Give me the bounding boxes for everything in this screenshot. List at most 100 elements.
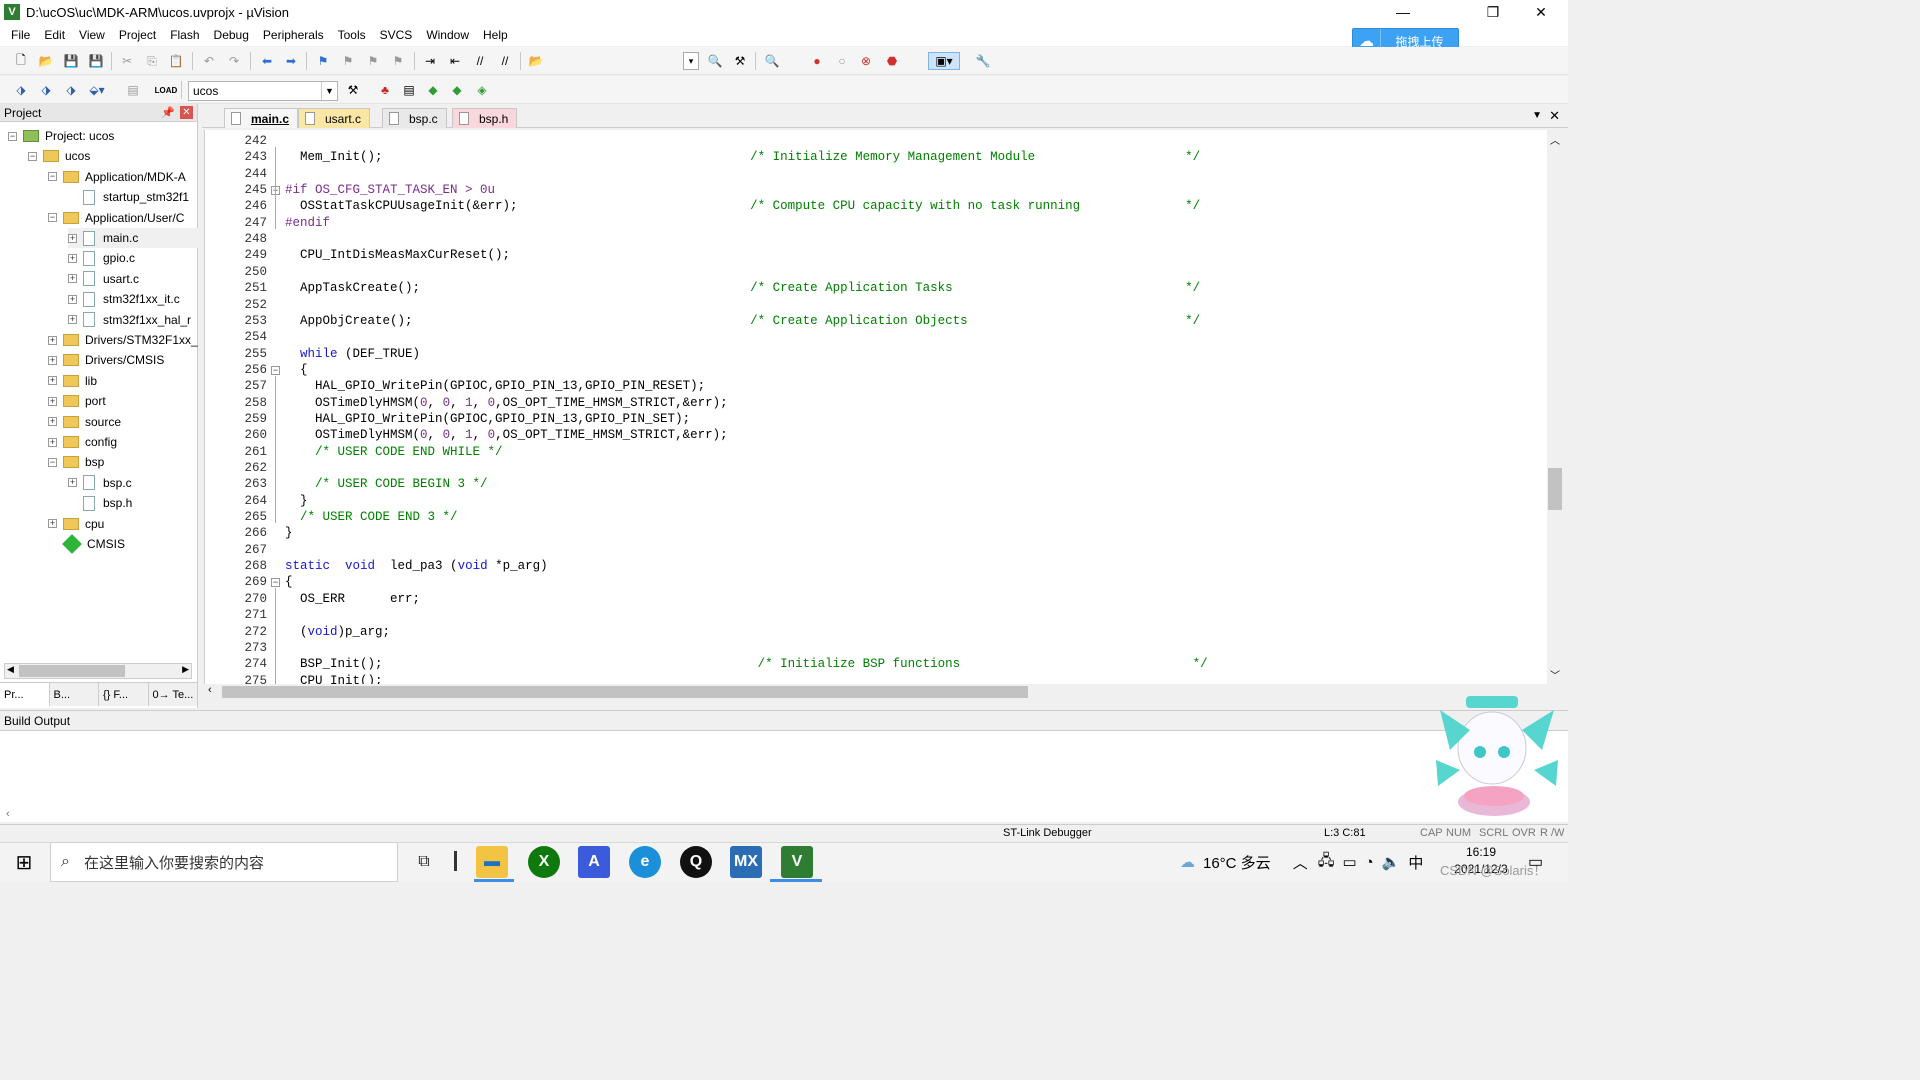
close-window-button[interactable]: ✕ [1518,0,1564,24]
copy-icon[interactable]: ⎘ [143,52,161,70]
batch-build-icon[interactable]: ⬙▾ [88,81,106,99]
tree-item[interactable]: + port [48,391,198,411]
close-icon[interactable]: ✕ [180,106,193,119]
expand-icon[interactable]: + [48,417,57,427]
tab-books[interactable]: B... [50,683,99,706]
expand-icon[interactable]: + [68,274,77,284]
scroll-right-icon[interactable]: ▶ [182,664,189,675]
editor-tab[interactable]: bsp.c [382,108,447,128]
target-options-icon[interactable]: ⚒ [344,81,362,99]
code-line[interactable]: { [285,574,293,590]
code-line[interactable]: (void)p_arg; [285,624,390,640]
code-line[interactable]: AppTaskCreate(); /* Create Application T… [285,280,1200,296]
editor-vertical-scrollbar[interactable]: ︿ ﹀ [1547,130,1564,686]
clear-bookmarks-icon[interactable]: ⚑ [389,52,407,70]
window-layout-icon[interactable]: ▣▾ [928,52,960,70]
expand-icon[interactable]: + [48,437,57,447]
tree-item[interactable]: − bsp [48,452,198,472]
project-horizontal-scrollbar[interactable]: ◀ ▶ [4,663,192,679]
disable-breakpoint-icon[interactable]: ○ [833,52,851,70]
tree-item[interactable]: + usart.c [68,269,198,289]
manage-rte-icon[interactable]: ◈ [473,81,491,99]
fold-icon[interactable]: − [271,365,280,375]
kill-breakpoints-icon[interactable]: ⬣ [883,52,901,70]
scroll-thumb[interactable] [19,665,125,677]
expand-icon[interactable]: + [48,376,57,386]
code-line[interactable]: HAL_GPIO_WritePin(GPIOC,GPIO_PIN_13,GPIO… [285,378,705,394]
code-line[interactable]: OSStatTaskCPUUsageInit(&err); /* Compute… [285,198,1200,214]
clear-breakpoints-icon[interactable]: ⊗ [857,52,875,70]
bookmark-icon[interactable]: ⚑ [314,52,332,70]
menu-file[interactable]: File [4,28,37,42]
tree-item[interactable]: − ucos [28,146,198,166]
code-editor[interactable]: 242 243244 245 − 246247 248249250 251252253 254… [204,130,1548,686]
chevron-up-icon[interactable]: ︿ [1293,852,1308,873]
tab-list-icon[interactable]: ▼ [1532,110,1542,121]
code-line[interactable]: OS_ERR err; [285,591,420,607]
menu-edit[interactable]: Edit [37,28,72,42]
editor-tab[interactable]: bsp.h [452,108,518,128]
volume-icon[interactable]: 🔈 [1382,853,1401,871]
tree-item[interactable]: + Drivers/CMSIS [48,350,198,370]
code-line[interactable]: } [285,493,308,509]
pack-installer-icon[interactable]: ◆ [424,81,442,99]
expand-icon[interactable]: + [48,519,57,529]
code-line[interactable]: /* USER CODE END WHILE */ [285,444,503,460]
redo-icon[interactable]: ↷ [225,52,243,70]
horizontal-scroll-thumb[interactable] [222,686,1028,698]
windows-start-icon[interactable]: ⊞ [0,842,48,882]
save-icon[interactable]: 💾 [62,52,80,70]
expand-icon[interactable]: + [68,253,77,263]
fold-icon[interactable]: − [271,578,280,588]
menu-view[interactable]: View [72,28,112,42]
scroll-left-icon[interactable]: ‹ [6,808,10,820]
undo-icon[interactable]: ↶ [200,52,218,70]
code-line[interactable]: CPU_IntDisMeasMaxCurReset(); [285,247,510,263]
target-select[interactable]: ucos ▼ [188,81,338,101]
battery-icon[interactable]: ▭ [1342,853,1356,871]
indent-icon[interactable]: ⇥ [421,52,439,70]
code-line[interactable]: /* USER CODE END 3 */ [285,509,458,525]
close-tab-icon[interactable]: ✕ [1549,108,1560,124]
menu-peripherals[interactable]: Peripherals [256,28,331,42]
menu-svcs[interactable]: SVCS [373,28,420,42]
collapse-icon[interactable]: − [48,172,57,182]
wifi-icon[interactable]: ◔ [1365,854,1374,871]
tree-item[interactable]: CMSIS [48,534,198,554]
stop-build-icon[interactable]: ▤ [124,81,142,99]
tree-item[interactable]: − Application/MDK-A [48,167,198,187]
find-in-files-icon[interactable]: 🔍 [706,52,724,70]
notification-icon[interactable]: ▭ [1528,852,1543,872]
forward-icon[interactable]: ➡ [282,52,300,70]
expand-icon[interactable]: + [48,396,57,406]
menu-window[interactable]: Window [419,28,476,42]
code-line[interactable]: { [285,362,308,378]
unindent-icon[interactable]: ⇤ [446,52,464,70]
translate-icon[interactable]: ⬗ [12,81,30,99]
open-folder-icon[interactable]: 📂 [527,52,545,70]
menu-help[interactable]: Help [476,28,515,42]
collapse-icon[interactable]: − [48,213,57,223]
code-line[interactable]: static void led_pa3 (void *p_arg) [285,558,548,574]
select-packs-icon[interactable]: ◆ [448,81,466,99]
code-line[interactable]: AppObjCreate(); /* Create Application Ob… [285,313,1200,329]
comment-icon[interactable]: // [471,52,489,70]
keil-icon[interactable]: V [781,846,813,878]
download-icon[interactable]: LOAD [155,81,178,99]
menu-tools[interactable]: Tools [331,28,373,42]
code-line[interactable]: OSTimeDlyHMSM(0, 0, 1, 0,OS_OPT_TIME_HMS… [285,395,728,411]
code-line[interactable]: BSP_Init(); /* Initialize BSP functions … [285,656,1208,672]
menu-debug[interactable]: Debug [207,28,256,42]
weather-text[interactable]: 16°C 多云 [1203,852,1271,873]
code-line[interactable]: OSTimeDlyHMSM(0, 0, 1, 0,OS_OPT_TIME_HMS… [285,427,728,443]
build-output-area[interactable]: ‹ [0,730,1568,822]
expand-icon[interactable]: + [68,315,77,325]
minimize-button[interactable]: — [1380,0,1426,24]
code-line[interactable]: Mem_Init(); /* Initialize Memory Managem… [285,149,1200,165]
tree-item[interactable]: + Drivers/STM32F1xx_ [48,330,198,350]
new-file-icon[interactable]: 🗋 [12,52,30,70]
cut-icon[interactable]: ✂ [118,52,136,70]
ime-indicator[interactable]: 中 [1408,852,1423,873]
editor-tab[interactable]: main.c [224,108,299,128]
tree-item[interactable]: startup_stm32f1 [68,187,198,207]
